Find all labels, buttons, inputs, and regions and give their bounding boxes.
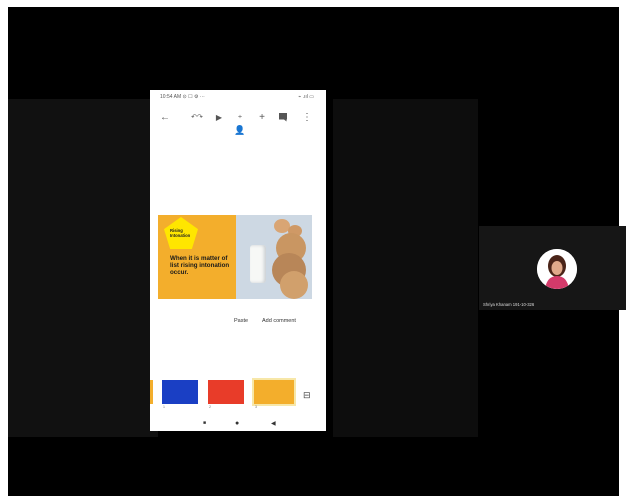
screen-share-area-right (333, 99, 478, 437)
more-vert-icon[interactable]: ⋮ (301, 112, 313, 124)
undo-redo-icon[interactable]: ↶↷ (191, 112, 203, 124)
partial-thumbnail[interactable] (150, 380, 153, 404)
slide-thumbnail-1[interactable] (162, 380, 198, 404)
slide-thumbnail-3[interactable] (252, 378, 296, 406)
back-arrow-icon[interactable]: ← (159, 112, 171, 124)
plus-icon[interactable]: + (256, 112, 268, 124)
slide-body-text: When it is matter of list rising intonat… (170, 255, 230, 276)
current-slide[interactable]: Rising Intonation When it is matter of l… (158, 215, 312, 299)
thumbnail-number: 2 (209, 405, 211, 409)
milk-glass (250, 245, 266, 283)
status-icons: ⌁ .ııl ▭ (298, 94, 314, 100)
status-bar: 10:54 AM ⊙ ☐ ⚙ ··· ⌁ .ııl ▭ (150, 90, 326, 104)
participant-avatar (537, 249, 577, 289)
play-icon[interactable]: ▶ (213, 112, 225, 124)
thumbnail-number: 3 (255, 405, 257, 409)
shared-phone-screen: 10:54 AM ⊙ ☐ ⚙ ··· ⌁ .ııl ▭ ← ↶↷ ▶ ⁺👤 + … (150, 90, 326, 431)
comment-icon[interactable] (277, 112, 289, 124)
paste-button[interactable]: Paste (234, 318, 248, 324)
grid-view-icon[interactable]: ⊟ (303, 390, 311, 401)
add-comment-button[interactable]: Add comment (262, 318, 296, 324)
slide-photo (236, 215, 312, 299)
slide-badge: Rising Intonation (170, 228, 191, 238)
slides-toolbar: ← ↶↷ ▶ ⁺👤 + ⋮ (150, 108, 326, 135)
back-nav-icon[interactable]: ◀ (271, 420, 276, 427)
screen-share-area-left (8, 99, 158, 437)
add-person-icon[interactable]: ⁺👤 (234, 112, 246, 135)
thumbnail-number: 1 (163, 405, 165, 409)
slide-text-panel: Rising Intonation When it is matter of l… (158, 215, 236, 299)
participant-tile[interactable]: Shriya Khanam 191-10-326 (479, 226, 626, 310)
slide-thumbnail-2[interactable] (208, 380, 244, 404)
home-nav-icon[interactable]: ● (235, 420, 239, 427)
status-time: 10:54 AM ⊙ ☐ ⚙ ··· (160, 94, 205, 100)
participant-name: Shriya Khanam 191-10-326 (483, 302, 535, 307)
cookie-shape (280, 271, 308, 299)
recents-nav-icon[interactable]: ■ (203, 420, 206, 426)
